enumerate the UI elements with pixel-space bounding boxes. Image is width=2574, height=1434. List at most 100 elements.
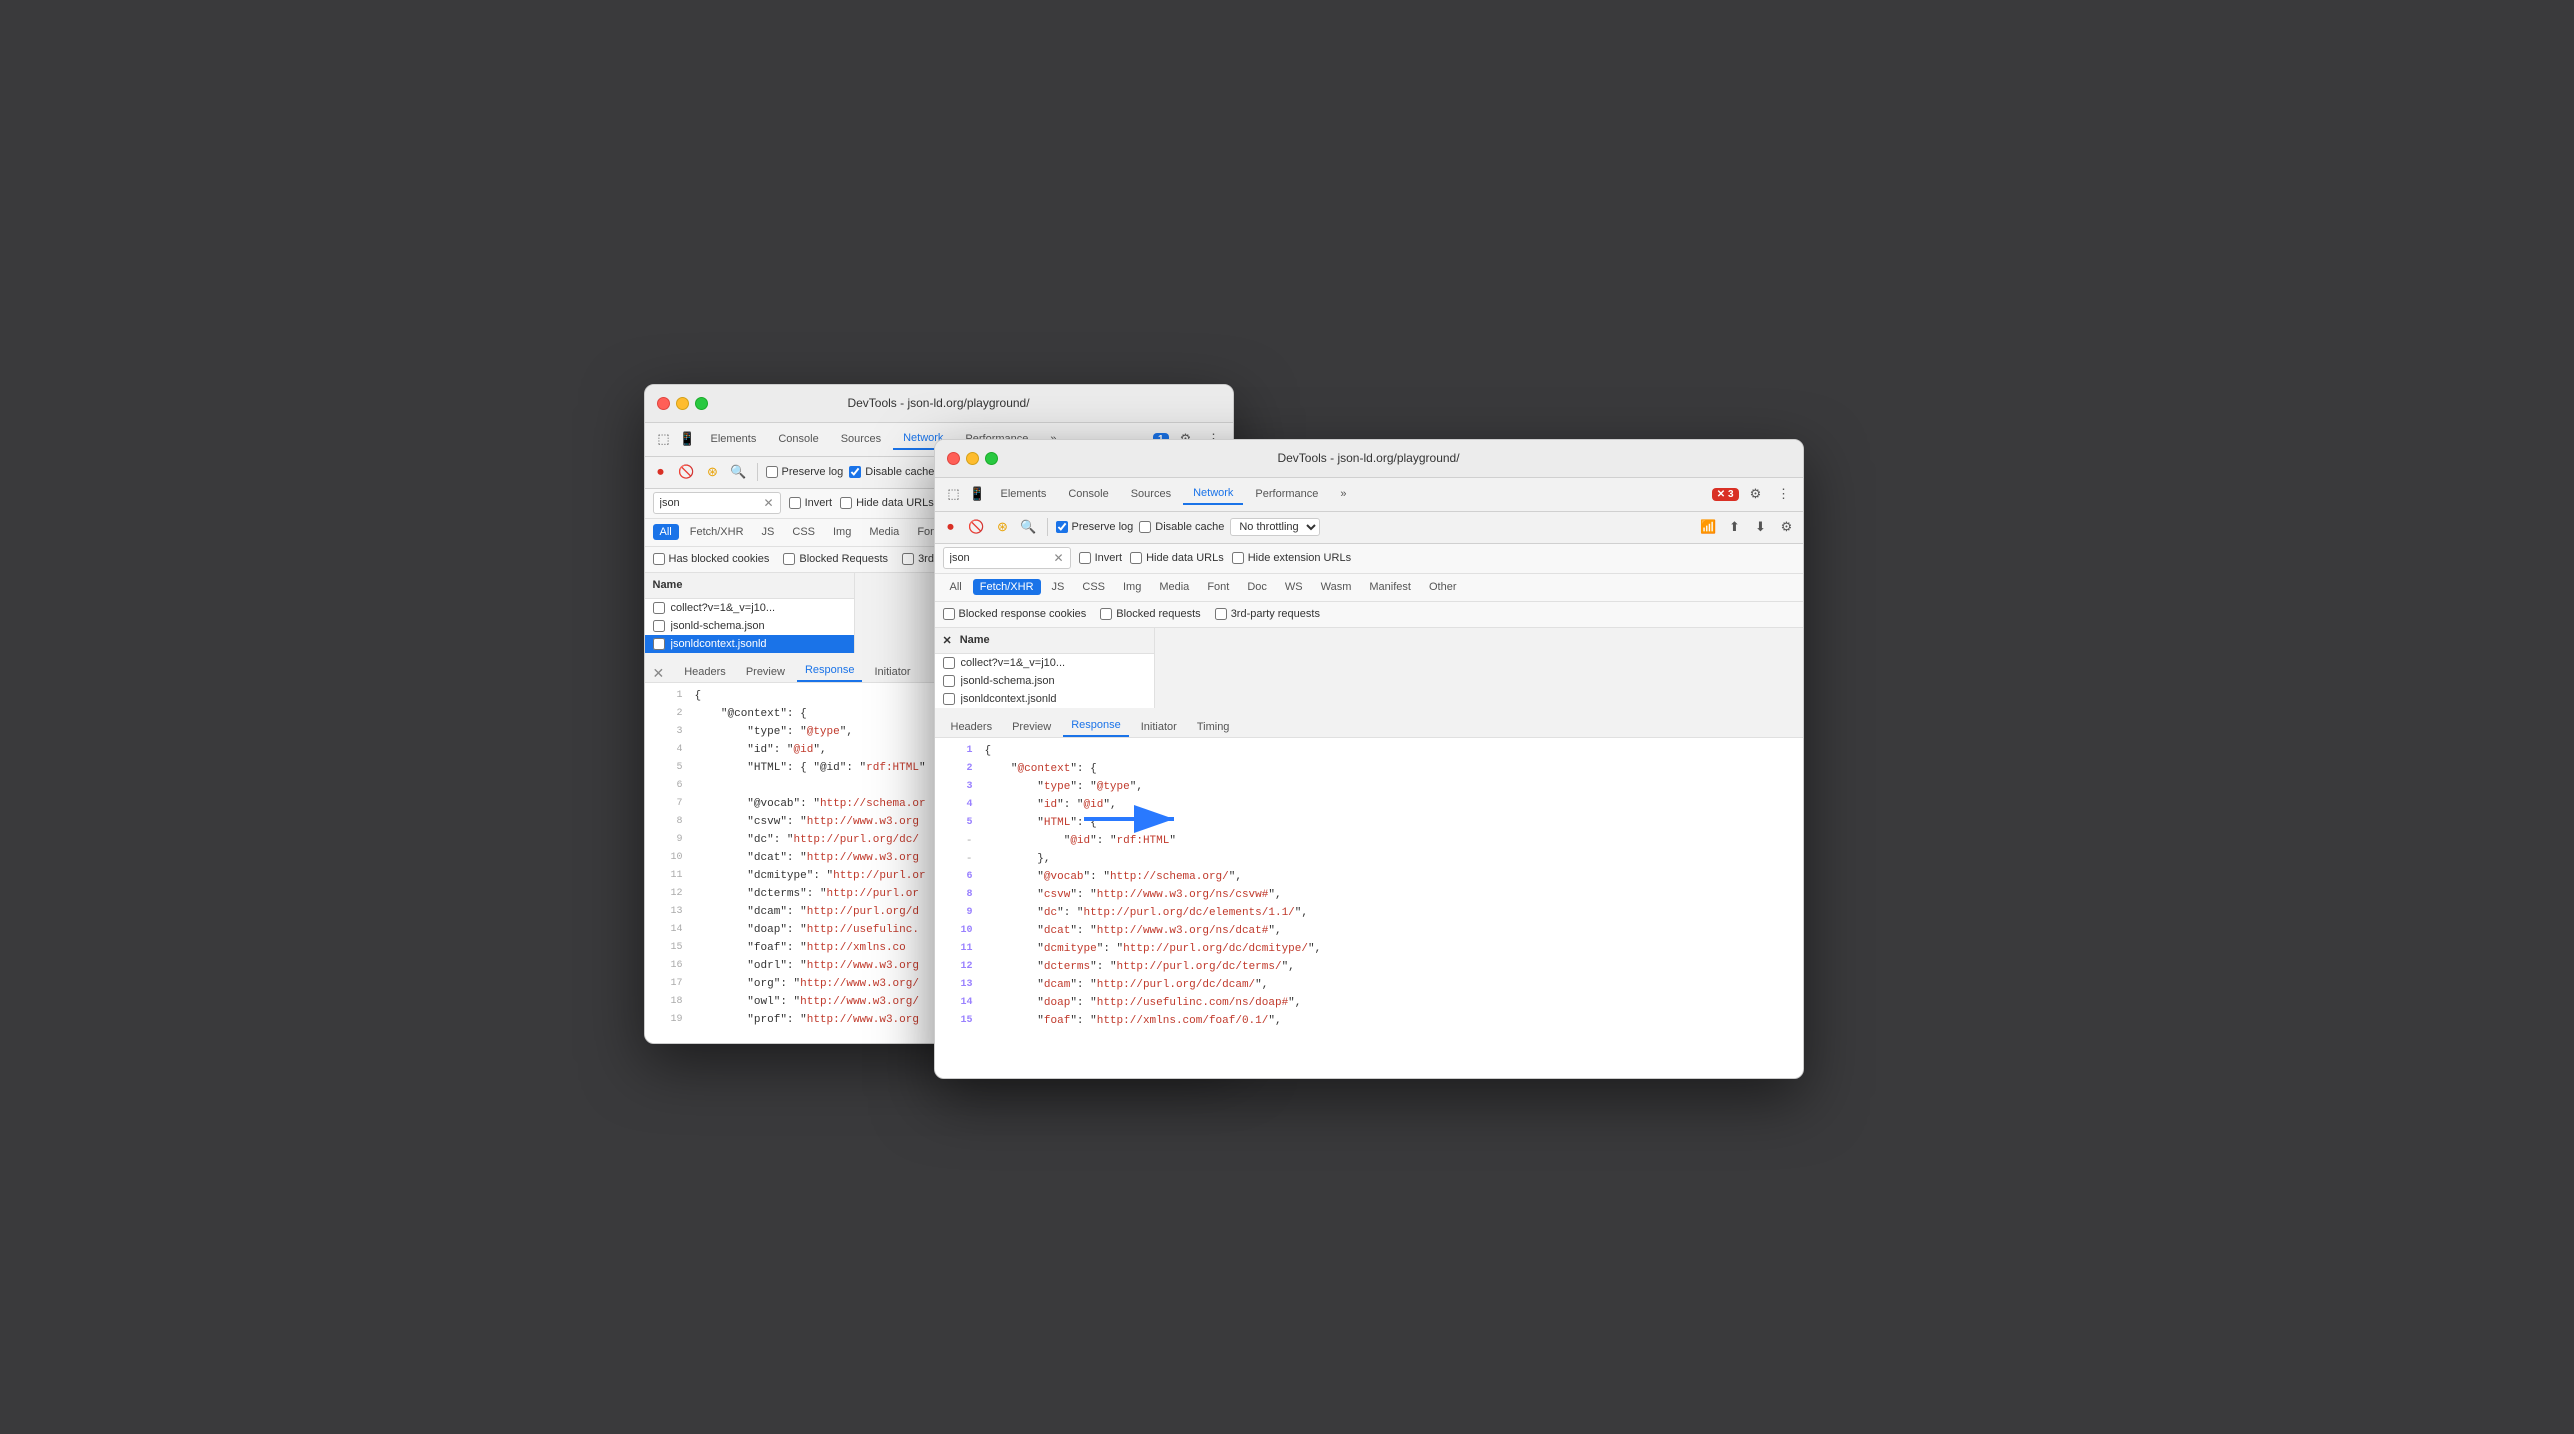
front-tab-sources[interactable]: Sources bbox=[1121, 484, 1181, 504]
front-filter-manifest[interactable]: Manifest bbox=[1362, 579, 1418, 595]
back-blocked-requests-check[interactable] bbox=[783, 553, 795, 565]
front-download-icon[interactable]: ⬇ bbox=[1751, 517, 1771, 537]
front-disable-cache-check[interactable] bbox=[1139, 521, 1151, 533]
front-filter-all[interactable]: All bbox=[943, 579, 969, 595]
back-filter-img[interactable]: Img bbox=[826, 524, 858, 540]
front-filter-media[interactable]: Media bbox=[1152, 579, 1196, 595]
back-file-check-2[interactable] bbox=[653, 638, 665, 650]
front-blocked-requests-label[interactable]: Blocked requests bbox=[1100, 608, 1200, 620]
front-tab-more[interactable]: » bbox=[1330, 484, 1356, 504]
back-file-item-1[interactable]: jsonld-schema.json bbox=[645, 617, 854, 635]
front-file-check-2[interactable] bbox=[943, 693, 955, 705]
front-settings-icon[interactable]: ⚙ bbox=[1745, 483, 1767, 505]
front-hide-ext-label[interactable]: Hide extension URLs bbox=[1232, 552, 1351, 564]
front-filter-wasm[interactable]: Wasm bbox=[1314, 579, 1359, 595]
front-filter-ws[interactable]: WS bbox=[1278, 579, 1310, 595]
front-filter-xhr[interactable]: Fetch/XHR bbox=[973, 579, 1041, 595]
back-filter-media[interactable]: Media bbox=[862, 524, 906, 540]
back-filter-xhr[interactable]: Fetch/XHR bbox=[683, 524, 751, 540]
front-maximize-btn[interactable] bbox=[985, 452, 998, 465]
front-hide-data-check[interactable] bbox=[1130, 552, 1142, 564]
back-inspect-icon[interactable]: ⬚ bbox=[653, 428, 675, 450]
front-filter-css[interactable]: CSS bbox=[1075, 579, 1112, 595]
front-disable-cache-label[interactable]: Disable cache bbox=[1139, 521, 1224, 533]
back-tab-console[interactable]: Console bbox=[768, 429, 828, 449]
back-close-btn[interactable] bbox=[657, 397, 670, 410]
front-file-item-1[interactable]: jsonld-schema.json bbox=[935, 672, 1154, 690]
back-record-icon[interactable]: ⏺ bbox=[651, 462, 671, 482]
front-file-item-2[interactable]: jsonldcontext.jsonld bbox=[935, 690, 1154, 708]
back-preserve-log-label[interactable]: Preserve log bbox=[766, 466, 844, 478]
front-blocked-requests-check[interactable] bbox=[1100, 608, 1112, 620]
back-file-check-0[interactable] bbox=[653, 602, 665, 614]
front-file-check-1[interactable] bbox=[943, 675, 955, 687]
back-blocked-cookies-label[interactable]: Has blocked cookies bbox=[653, 553, 770, 565]
back-tab-elements[interactable]: Elements bbox=[701, 429, 767, 449]
front-file-list-close[interactable]: ✕ bbox=[943, 634, 952, 647]
front-invert-check[interactable] bbox=[1079, 552, 1091, 564]
front-filter-font[interactable]: Font bbox=[1200, 579, 1236, 595]
back-resp-tab-initiator[interactable]: Initiator bbox=[866, 662, 918, 682]
front-third-party-label[interactable]: 3rd-party requests bbox=[1215, 608, 1320, 620]
front-search-clear[interactable]: ✕ bbox=[1054, 551, 1064, 565]
front-tab-network[interactable]: Network bbox=[1183, 483, 1243, 505]
front-tab-console[interactable]: Console bbox=[1058, 484, 1118, 504]
back-disable-cache-check[interactable] bbox=[849, 466, 861, 478]
front-filter-img[interactable]: Img bbox=[1116, 579, 1148, 595]
front-third-party-check[interactable] bbox=[1215, 608, 1227, 620]
front-resp-tab-headers[interactable]: Headers bbox=[943, 717, 1001, 737]
front-hide-data-label[interactable]: Hide data URLs bbox=[1130, 552, 1224, 564]
front-filter-other[interactable]: Other bbox=[1422, 579, 1464, 595]
back-third-party-check[interactable] bbox=[902, 553, 914, 565]
back-disable-cache-label[interactable]: Disable cache bbox=[849, 466, 934, 478]
front-hide-ext-check[interactable] bbox=[1232, 552, 1244, 564]
front-record-icon[interactable]: ⏺ bbox=[941, 517, 961, 537]
front-preserve-log-check[interactable] bbox=[1056, 521, 1068, 533]
front-inspect-icon[interactable]: ⬚ bbox=[943, 483, 965, 505]
back-invert-label[interactable]: Invert bbox=[789, 497, 833, 509]
front-search-icon[interactable]: 🔍 bbox=[1019, 517, 1039, 537]
front-settings2-icon[interactable]: ⚙ bbox=[1777, 517, 1797, 537]
back-filter-css[interactable]: CSS bbox=[785, 524, 822, 540]
front-file-check-0[interactable] bbox=[943, 657, 955, 669]
front-preserve-log-label[interactable]: Preserve log bbox=[1056, 521, 1134, 533]
back-filter-js[interactable]: JS bbox=[755, 524, 782, 540]
back-invert-check[interactable] bbox=[789, 497, 801, 509]
front-filter-js[interactable]: JS bbox=[1045, 579, 1072, 595]
front-resp-tab-timing[interactable]: Timing bbox=[1189, 717, 1238, 737]
front-blocked-cookies-check[interactable] bbox=[943, 608, 955, 620]
back-search-clear[interactable]: ✕ bbox=[764, 496, 774, 510]
back-filter-icon[interactable]: ⊛ bbox=[703, 462, 723, 482]
front-filter-icon[interactable]: ⊛ bbox=[993, 517, 1013, 537]
front-invert-label[interactable]: Invert bbox=[1079, 552, 1123, 564]
back-resp-tab-preview[interactable]: Preview bbox=[738, 662, 793, 682]
front-wifi-icon[interactable]: 📶 bbox=[1699, 517, 1719, 537]
back-file-check-1[interactable] bbox=[653, 620, 665, 632]
front-tab-elements[interactable]: Elements bbox=[991, 484, 1057, 504]
back-tab-sources[interactable]: Sources bbox=[831, 429, 891, 449]
back-minimize-btn[interactable] bbox=[676, 397, 689, 410]
front-more-icon[interactable]: ⋮ bbox=[1773, 483, 1795, 505]
front-blocked-cookies-label[interactable]: Blocked response cookies bbox=[943, 608, 1087, 620]
back-preserve-log-check[interactable] bbox=[766, 466, 778, 478]
front-search-input[interactable] bbox=[950, 552, 1050, 564]
back-panel-close[interactable]: ✕ bbox=[653, 665, 665, 682]
back-resp-tab-headers[interactable]: Headers bbox=[676, 662, 734, 682]
front-minimize-btn[interactable] bbox=[966, 452, 979, 465]
back-search-icon[interactable]: 🔍 bbox=[729, 462, 749, 482]
back-hide-data-check[interactable] bbox=[840, 497, 852, 509]
back-clear-icon[interactable]: 🚫 bbox=[677, 462, 697, 482]
back-blocked-cookies-check[interactable] bbox=[653, 553, 665, 565]
front-clear-icon[interactable]: 🚫 bbox=[967, 517, 987, 537]
front-tab-performance[interactable]: Performance bbox=[1245, 484, 1328, 504]
front-resp-tab-preview[interactable]: Preview bbox=[1004, 717, 1059, 737]
back-filter-all[interactable]: All bbox=[653, 524, 679, 540]
back-search-input[interactable] bbox=[660, 497, 760, 509]
front-resp-tab-initiator[interactable]: Initiator bbox=[1133, 717, 1185, 737]
front-upload-icon[interactable]: ⬆ bbox=[1725, 517, 1745, 537]
back-file-item-2[interactable]: jsonldcontext.jsonld bbox=[645, 635, 854, 653]
back-file-item-0[interactable]: collect?v=1&_v=j10... bbox=[645, 599, 854, 617]
front-close-btn[interactable] bbox=[947, 452, 960, 465]
back-maximize-btn[interactable] bbox=[695, 397, 708, 410]
back-resp-tab-response[interactable]: Response bbox=[797, 660, 863, 682]
